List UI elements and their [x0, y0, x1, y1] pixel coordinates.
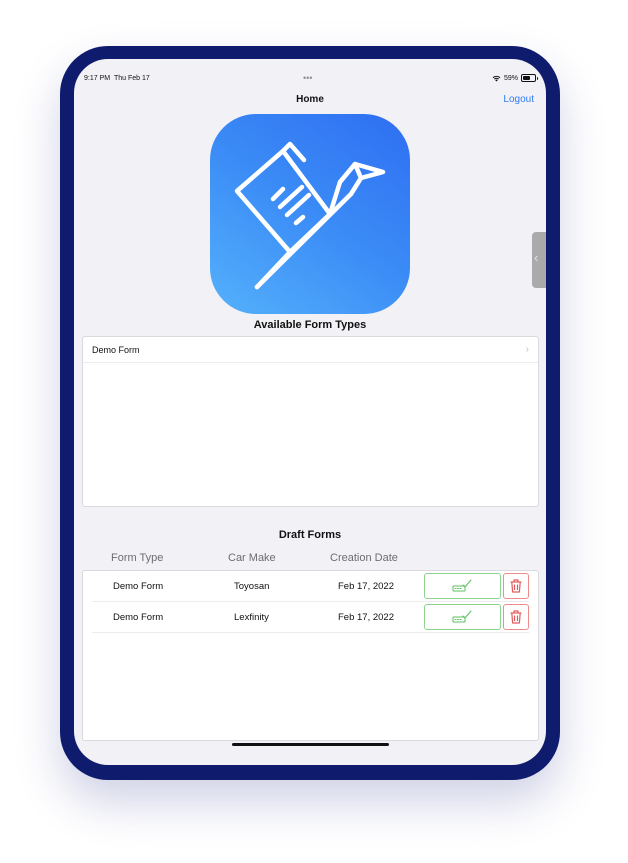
multitasking-dots-icon[interactable]: ••• — [303, 73, 312, 83]
status-time: 9:17 PM Thu Feb 17 — [84, 75, 150, 82]
status-right: 59% — [492, 74, 538, 82]
draft-forms-title: Draft Forms — [278, 529, 342, 541]
trash-icon — [510, 579, 522, 593]
side-panel-handle[interactable]: ‹ — [532, 232, 546, 288]
draft-forms-table: Demo Form Toyosan Feb 17, 2022 Demo Form… — [82, 570, 539, 741]
column-header-car-make: Car Make — [228, 552, 276, 564]
table-row[interactable]: Demo Form Lexfinity Feb 17, 2022 — [92, 602, 529, 633]
column-header-form-type: Form Type — [111, 552, 164, 564]
cell-car-make: Lexfinity — [234, 612, 269, 623]
screen: 9:17 PM Thu Feb 17 ••• 59% Home Logout A… — [74, 59, 546, 765]
list-item-demo-form[interactable]: Demo Form › — [83, 337, 538, 363]
battery-icon — [521, 74, 538, 82]
cell-form-type: Demo Form — [113, 612, 164, 623]
status-clock: 9:17 PM — [84, 75, 111, 82]
trash-icon — [510, 610, 522, 624]
cell-form-type: Demo Form — [113, 581, 164, 592]
signature-edit-icon — [452, 579, 472, 592]
available-forms-list: Demo Form › — [82, 336, 539, 507]
cell-car-make: Toyosan — [234, 581, 270, 592]
available-forms-title: Available Form Types — [253, 319, 367, 331]
chevron-right-icon: › — [525, 344, 529, 355]
status-bar: 9:17 PM Thu Feb 17 ••• 59% — [74, 59, 546, 83]
list-item-label: Demo Form — [92, 345, 140, 355]
chevron-left-icon: ‹ — [534, 250, 539, 265]
home-indicator[interactable] — [232, 743, 389, 746]
logout-button[interactable]: Logout — [503, 94, 534, 105]
column-header-creation-date: Creation Date — [330, 552, 398, 564]
signature-edit-icon — [452, 610, 472, 623]
origami-bird-document-icon — [234, 141, 386, 290]
battery-percent: 59% — [503, 74, 518, 82]
cell-creation-date: Feb 17, 2022 — [338, 612, 394, 623]
app-logo — [210, 114, 410, 314]
edit-draft-button[interactable] — [424, 573, 501, 599]
table-row[interactable]: Demo Form Toyosan Feb 17, 2022 — [92, 571, 529, 602]
cell-creation-date: Feb 17, 2022 — [338, 581, 394, 592]
delete-draft-button[interactable] — [503, 573, 529, 599]
page-title: Home — [296, 94, 324, 105]
edit-draft-button[interactable] — [424, 604, 501, 630]
wifi-icon — [492, 75, 501, 81]
delete-draft-button[interactable] — [503, 604, 529, 630]
status-date: Thu Feb 17 — [113, 75, 150, 82]
